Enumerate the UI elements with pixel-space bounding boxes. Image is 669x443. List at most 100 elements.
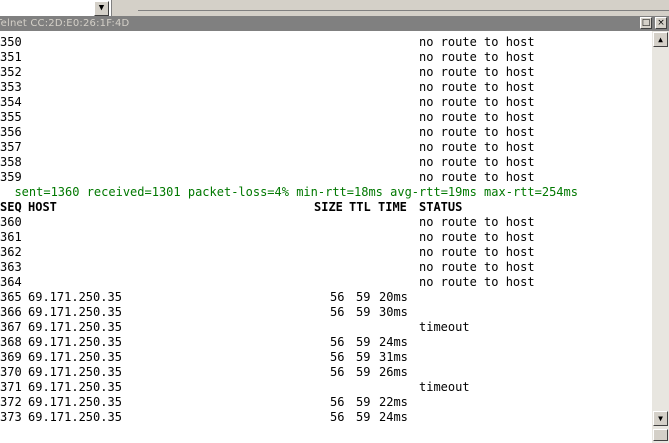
time-cell: 20ms bbox=[379, 290, 408, 304]
seq-cell: 363 bbox=[0, 260, 22, 274]
terminal-line: 357 no route to host bbox=[0, 140, 652, 155]
seq-cell: 365 bbox=[0, 290, 22, 304]
header-host: HOST bbox=[28, 200, 57, 214]
terminal-line: 369 69.171.250.35 56 59 31ms bbox=[0, 350, 652, 365]
terminal-line: 363 no route to host bbox=[0, 260, 652, 275]
arrow-up-icon[interactable]: ▲ bbox=[653, 32, 668, 47]
close-icon[interactable]: × bbox=[655, 17, 667, 29]
seq-cell: 369 bbox=[0, 350, 22, 364]
ttl-cell: 59 bbox=[356, 410, 371, 424]
seq-cell: 362 bbox=[0, 245, 22, 259]
ping-statistics-text: sent=1360 received=1301 packet-loss=4% m… bbox=[0, 185, 578, 199]
terminal-line: 368 69.171.250.35 56 59 24ms bbox=[0, 335, 652, 350]
terminal-output[interactable]: 350 no route to host 351 no route to host 35… bbox=[0, 31, 652, 443]
status-cell: no route to host bbox=[419, 140, 535, 154]
terminal-line: 370 69.171.250.35 56 59 26ms bbox=[0, 365, 652, 380]
ttl-cell: 59 bbox=[356, 305, 371, 319]
chevron-down-icon[interactable]: ▼ bbox=[94, 1, 109, 16]
terminal-line: 365 69.171.250.35 56 59 20ms bbox=[0, 290, 652, 305]
terminal-line: 360 no route to host bbox=[0, 215, 652, 230]
size-cell: 56 bbox=[330, 290, 345, 304]
ttl-cell: 59 bbox=[356, 335, 371, 349]
host-cell: 69.171.250.35 bbox=[28, 365, 122, 379]
terminal-line: 353 no route to host bbox=[0, 80, 652, 95]
ttl-cell: 59 bbox=[356, 290, 371, 304]
size-cell: 56 bbox=[330, 395, 345, 409]
host-cell: 69.171.250.35 bbox=[28, 305, 122, 319]
terminal-line: 373 69.171.250.35 56 59 24ms bbox=[0, 410, 652, 425]
seq-cell: 367 bbox=[0, 320, 22, 334]
terminal-line: 372 69.171.250.35 56 59 22ms bbox=[0, 395, 652, 410]
ttl-cell: 59 bbox=[356, 350, 371, 364]
seq-cell: 351 bbox=[0, 50, 22, 64]
time-cell: 22ms bbox=[379, 395, 408, 409]
status-cell: no route to host bbox=[419, 80, 535, 94]
header-time: TIME bbox=[378, 200, 407, 214]
time-cell: 30ms bbox=[379, 305, 408, 319]
terminal-line: 367 69.171.250.35 timeout bbox=[0, 320, 652, 335]
seq-cell: 373 bbox=[0, 410, 22, 424]
header-ttl: TTL bbox=[349, 200, 371, 214]
terminal-line: 366 69.171.250.35 56 59 30ms bbox=[0, 305, 652, 320]
header-size: SIZE bbox=[314, 200, 343, 214]
status-cell: no route to host bbox=[419, 155, 535, 169]
header-seq: SEQ bbox=[0, 200, 22, 214]
terminal-window-titlebar[interactable]: Telnet CC:2D:E0:26:1F:4D □ × bbox=[0, 16, 669, 31]
status-cell: no route to host bbox=[419, 170, 535, 184]
terminal-line: 359 no route to host bbox=[0, 170, 652, 185]
status-cell: no route to host bbox=[419, 260, 535, 274]
seq-cell: 361 bbox=[0, 230, 22, 244]
size-cell: 56 bbox=[330, 410, 345, 424]
status-cell: no route to host bbox=[419, 230, 535, 244]
seq-cell: 357 bbox=[0, 140, 22, 154]
status-cell: no route to host bbox=[419, 275, 535, 289]
size-cell: 56 bbox=[330, 335, 345, 349]
seq-cell: 355 bbox=[0, 110, 22, 124]
status-cell: no route to host bbox=[419, 50, 535, 64]
status-cell: no route to host bbox=[419, 65, 535, 79]
host-cell: 69.171.250.35 bbox=[28, 350, 122, 364]
host-cell: 69.171.250.35 bbox=[28, 335, 122, 349]
toolbar-divider bbox=[138, 10, 669, 11]
status-cell: no route to host bbox=[419, 125, 535, 139]
seq-cell: 350 bbox=[0, 35, 22, 49]
status-cell: no route to host bbox=[419, 245, 535, 259]
maximize-icon[interactable]: □ bbox=[640, 17, 652, 29]
window-title: Telnet CC:2D:E0:26:1F:4D bbox=[0, 18, 130, 29]
vertical-scrollbar[interactable]: ▲ ▼ bbox=[652, 31, 669, 443]
size-cell: 56 bbox=[330, 305, 345, 319]
terminal-line: 364 no route to host bbox=[0, 275, 652, 290]
host-cell: 69.171.250.35 bbox=[28, 380, 122, 394]
seq-cell: 358 bbox=[0, 155, 22, 169]
seq-cell: 353 bbox=[0, 80, 22, 94]
ttl-cell: 59 bbox=[356, 395, 371, 409]
seq-cell: 356 bbox=[0, 125, 22, 139]
terminal-line: 352 no route to host bbox=[0, 65, 652, 80]
status-cell: no route to host bbox=[419, 110, 535, 124]
column-headers: SEQ HOST SIZE TTL TIME STATUS bbox=[0, 200, 652, 215]
time-cell: 24ms bbox=[379, 335, 408, 349]
terminal-line: 371 69.171.250.35 timeout bbox=[0, 380, 652, 395]
seq-cell: 366 bbox=[0, 305, 22, 319]
terminal-line: 351 no route to host bbox=[0, 50, 652, 65]
seq-cell: 370 bbox=[0, 365, 22, 379]
seq-cell: 360 bbox=[0, 215, 22, 229]
terminal-line: 361 no route to host bbox=[0, 230, 652, 245]
terminal-line: 356 no route to host bbox=[0, 125, 652, 140]
header-status: STATUS bbox=[419, 200, 463, 214]
status-cell: timeout bbox=[419, 380, 470, 394]
seq-cell: 368 bbox=[0, 335, 22, 349]
terminal-line: 362 no route to host bbox=[0, 245, 652, 260]
terminal-line: 354 no route to host bbox=[0, 95, 652, 110]
ttl-cell: 59 bbox=[356, 365, 371, 379]
time-cell: 26ms bbox=[379, 365, 408, 379]
status-cell: timeout bbox=[419, 320, 470, 334]
seq-cell: 354 bbox=[0, 95, 22, 109]
terminal-line: 350 no route to host bbox=[0, 35, 652, 50]
seq-cell: 352 bbox=[0, 65, 22, 79]
ping-statistics: sent=1360 received=1301 packet-loss=4% m… bbox=[0, 185, 652, 200]
terminal-line: 358 no route to host bbox=[0, 155, 652, 170]
seq-cell: 372 bbox=[0, 395, 22, 409]
arrow-down-icon[interactable]: ▼ bbox=[653, 411, 668, 426]
scrollbar-thumb[interactable] bbox=[653, 429, 668, 441]
